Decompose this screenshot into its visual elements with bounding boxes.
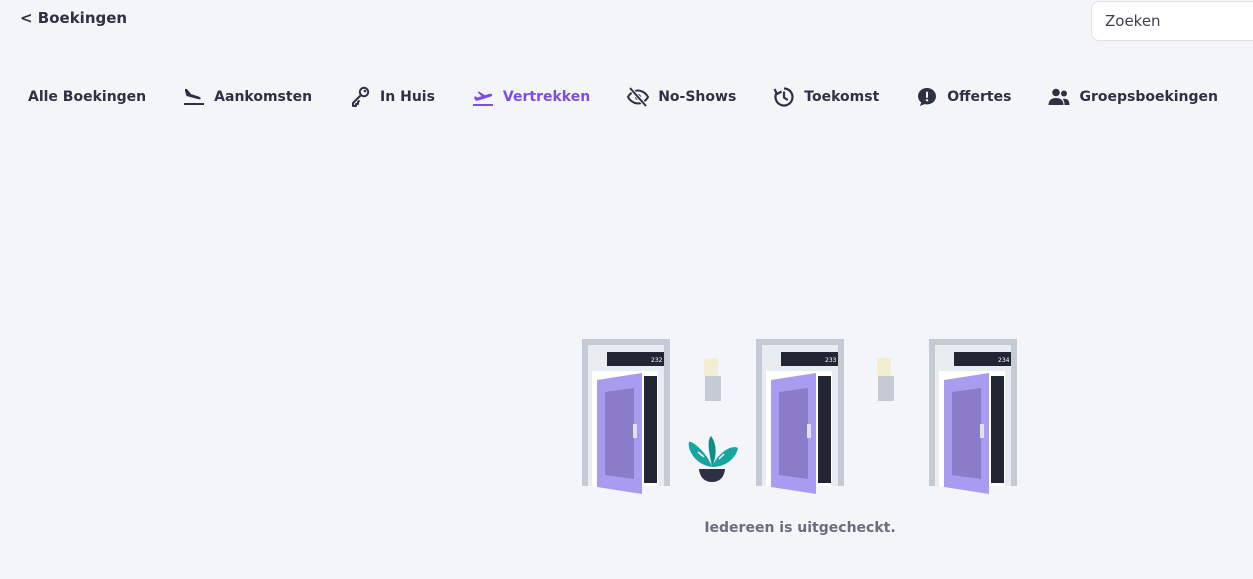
eye-off-icon	[626, 85, 650, 109]
tab-label: Vertrekken	[502, 89, 591, 105]
room-number: 234	[998, 357, 1010, 364]
room-number: 233	[825, 357, 837, 364]
keys-icon	[348, 85, 372, 109]
door-illustration: 233	[756, 339, 844, 494]
tab-no-shows[interactable]: No-Shows	[626, 85, 736, 109]
tab-label: Groepsboekingen	[1079, 89, 1219, 105]
tab-toekomst[interactable]: Toekomst	[772, 85, 879, 109]
tab-label: Aankomsten	[214, 89, 313, 105]
tab-label: Alle Boekingen	[28, 89, 147, 105]
room-number: 232	[651, 357, 663, 364]
tab-aankomsten[interactable]: Aankomsten	[182, 85, 312, 109]
speech-alert-icon	[915, 85, 939, 109]
tab-vertrekken[interactable]: Vertrekken	[471, 85, 590, 109]
empty-state-message: Iedereen is uitgecheckt.	[704, 520, 896, 536]
door-illustration: 234	[929, 339, 1017, 494]
plane-landing-icon	[182, 85, 206, 109]
tab-alle-boekingen[interactable]: Alle Boekingen	[28, 89, 146, 105]
search-input[interactable]	[1091, 1, 1253, 41]
tab-label: In Huis	[380, 89, 435, 105]
tab-offertes[interactable]: Offertes	[915, 85, 1011, 109]
tab-label: Offertes	[947, 89, 1012, 105]
back-to-bookings-link[interactable]: < Boekingen	[20, 9, 127, 27]
tab-label: Toekomst	[804, 89, 880, 105]
booking-tabs: Alle Boekingen Aankomsten In Huis Vertre…	[28, 84, 1218, 110]
tab-in-huis[interactable]: In Huis	[348, 85, 435, 109]
users-icon	[1047, 85, 1071, 109]
empty-state-illustration: 232 233 234	[582, 339, 1017, 494]
clock-forward-icon	[772, 85, 796, 109]
door-illustration: 232	[582, 339, 670, 494]
plane-departure-icon	[471, 85, 495, 109]
potted-plant-illustration	[688, 436, 738, 482]
wall-lamp-illustration	[877, 358, 894, 401]
tab-label: No-Shows	[658, 89, 737, 105]
wall-lamp-illustration	[704, 358, 721, 401]
tab-groepsboekingen[interactable]: Groepsboekingen	[1047, 85, 1218, 109]
